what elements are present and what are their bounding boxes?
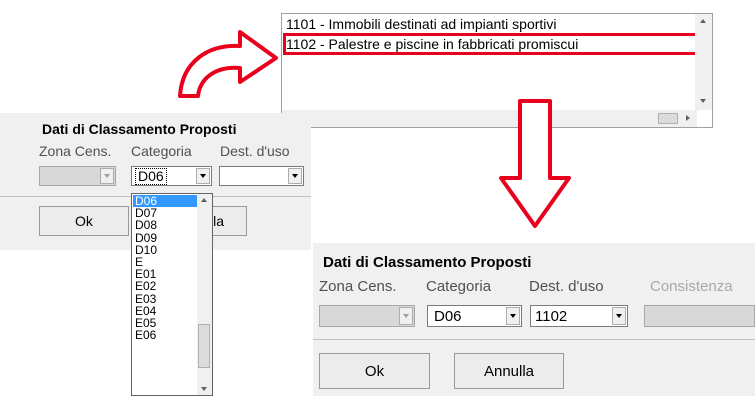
dropdown-items: D06 D07 D08 D09 D10 E E01 E02 E03 E04 E0… bbox=[133, 195, 197, 341]
chevron-down-icon[interactable] bbox=[196, 168, 210, 184]
dest-uso-label: Dest. d'uso bbox=[529, 278, 604, 295]
consistenza-field[interactable] bbox=[644, 305, 755, 327]
categoria-value: D06 bbox=[135, 168, 167, 185]
chevron-down-icon[interactable] bbox=[399, 307, 413, 325]
scroll-down-icon[interactable] bbox=[700, 99, 706, 103]
categoria-label: Categoria bbox=[131, 143, 192, 159]
chevron-down-icon[interactable] bbox=[100, 168, 114, 184]
highlight-box bbox=[283, 33, 698, 55]
vertical-scrollbar[interactable] bbox=[695, 14, 712, 110]
separator bbox=[313, 339, 755, 340]
ok-button[interactable]: Ok bbox=[319, 353, 430, 389]
down-arrow-icon bbox=[499, 99, 571, 228]
large-dialog: Dati di Classamento Proposti Zona Cens. … bbox=[313, 243, 755, 396]
dropdown-scrollbar[interactable] bbox=[197, 194, 212, 395]
dest-uso-label: Dest. d'uso bbox=[220, 143, 290, 159]
chevron-down-icon[interactable] bbox=[288, 168, 302, 184]
chevron-down-icon[interactable] bbox=[612, 307, 626, 325]
zona-cens-select[interactable] bbox=[319, 305, 415, 327]
dropdown-item[interactable]: E06 bbox=[133, 329, 197, 341]
categoria-label: Categoria bbox=[426, 278, 492, 295]
scroll-thumb[interactable] bbox=[658, 113, 678, 124]
categoria-select[interactable]: D06 bbox=[131, 166, 212, 186]
dropdown-item[interactable]: D09 bbox=[133, 231, 197, 243]
categoria-select[interactable]: D06 bbox=[427, 305, 522, 327]
zona-cens-label: Zona Cens. bbox=[319, 278, 397, 295]
dest-uso-select[interactable]: 1102 bbox=[530, 305, 628, 327]
scroll-right-icon[interactable] bbox=[686, 115, 690, 121]
dest-uso-select[interactable] bbox=[219, 166, 304, 186]
chevron-down-icon[interactable] bbox=[506, 307, 520, 325]
scroll-up-icon[interactable] bbox=[700, 19, 706, 23]
dropdown-item[interactable]: E02 bbox=[133, 280, 197, 292]
dialog-title: Dati di Classamento Proposti bbox=[323, 254, 532, 271]
horizontal-scrollbar[interactable] bbox=[282, 110, 697, 127]
scroll-thumb[interactable] bbox=[198, 324, 210, 368]
dropdown-item[interactable]: D08 bbox=[133, 219, 197, 231]
dest-uso-value: 1102 bbox=[535, 308, 568, 325]
scroll-up-icon[interactable] bbox=[201, 198, 207, 202]
list-item[interactable]: 1101 - Immobili destinati ad impianti sp… bbox=[285, 15, 557, 33]
ok-button[interactable]: Ok bbox=[39, 206, 129, 236]
dropdown-item[interactable]: E03 bbox=[133, 292, 197, 304]
categoria-value: D06 bbox=[434, 308, 462, 325]
dest-uso-listbox[interactable]: 1101 - Immobili destinati ad impianti sp… bbox=[281, 13, 713, 128]
zona-cens-label: Zona Cens. bbox=[39, 143, 112, 159]
consistenza-label: Consistenza bbox=[650, 278, 733, 295]
dialog-title: Dati di Classamento Proposti bbox=[42, 121, 237, 137]
zona-cens-select[interactable] bbox=[39, 166, 116, 186]
categoria-dropdown-list[interactable]: D06 D07 D08 D09 D10 E E01 E02 E03 E04 E0… bbox=[131, 193, 213, 396]
annulla-button[interactable]: Annulla bbox=[454, 353, 564, 389]
scroll-down-icon[interactable] bbox=[201, 387, 207, 391]
curved-arrow-icon bbox=[178, 30, 278, 98]
